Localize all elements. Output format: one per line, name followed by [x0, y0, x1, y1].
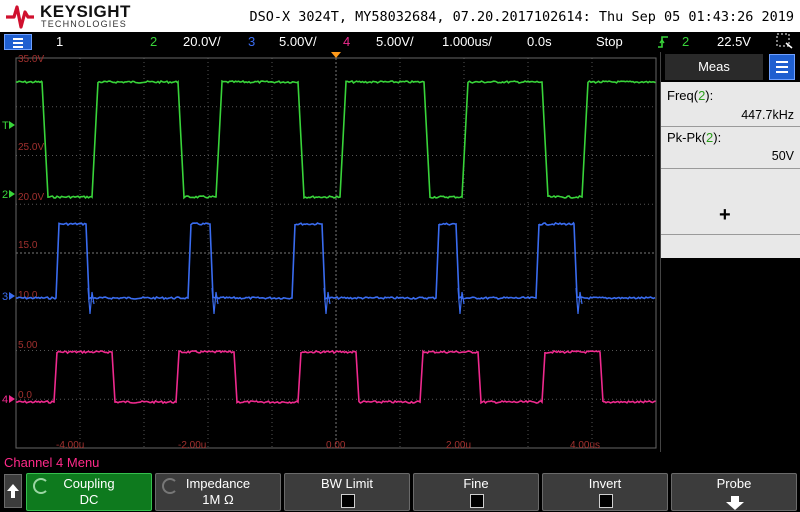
delay[interactable]: 0.0s	[527, 34, 552, 49]
invert-checkbox[interactable]	[599, 494, 613, 508]
brand-subtitle: TECHNOLOGIES	[41, 19, 127, 29]
device-info: DSO-X 3024T, MY58032684, 07.20.201710261…	[249, 9, 794, 25]
coupling-value: DC	[79, 492, 99, 507]
pkpk-label: Pk-Pk(2):	[667, 130, 722, 145]
ch3-grid-label: 10.0	[18, 290, 38, 301]
ch3-ringing	[211, 287, 219, 315]
meas-menu-icon[interactable]	[769, 54, 795, 80]
ch4-grid-label: 5.00	[18, 340, 38, 351]
meas-divider	[661, 168, 800, 169]
ch3-ground-marker: 3	[2, 291, 8, 303]
meas-panel: Meas Freq(2): 447.7kHz Pk-Pk(2): 50V +	[660, 52, 800, 452]
ch4-grid-label: 0.0	[18, 390, 32, 401]
ch2-ground-marker-arrow	[9, 190, 15, 198]
ch3-ground-marker-arrow	[9, 292, 15, 300]
time-axis-label: 2.00u	[446, 440, 471, 451]
ch4-indicator[interactable]: 4	[343, 34, 350, 49]
invert-label: Invert	[588, 476, 622, 491]
ch2-scale[interactable]: 20.0V/	[183, 34, 221, 49]
pkpk-value: 50V	[771, 149, 794, 163]
coupling-label: Coupling	[63, 476, 115, 491]
ch2-grid-label: 20.0V	[18, 192, 44, 203]
softkey-bar: Coupling DC Impedance 1M Ω BW Limit Fine…	[0, 472, 800, 512]
invert-softkey[interactable]: Invert	[542, 473, 668, 511]
impedance-label: Impedance	[185, 476, 251, 491]
freq-label: Freq(2):	[667, 88, 714, 103]
meas-divider	[661, 126, 800, 127]
ch2-ground-marker: 2	[2, 189, 8, 201]
trigger-position-marker	[331, 52, 341, 58]
header-bar: KEYSIGHT TECHNOLOGIES DSO-X 3024T, MY580…	[0, 0, 800, 32]
time-axis-label: 4.00us	[570, 440, 600, 451]
up-arrow-icon[interactable]	[4, 474, 22, 508]
ch2-grid-label: 25.0V	[18, 142, 44, 153]
ch3-ringing	[457, 287, 465, 315]
ch3-ringing	[575, 287, 583, 315]
ch4-ground-marker: 4	[2, 394, 8, 406]
ch3-ringing	[87, 287, 95, 315]
fine-softkey[interactable]: Fine	[413, 473, 539, 511]
probe-label: Probe	[716, 476, 752, 491]
trigger-edge-icon[interactable]	[657, 34, 669, 50]
trigger-level-marker: T	[2, 120, 9, 132]
ch1-indicator[interactable]: 1	[56, 34, 63, 49]
timebase[interactable]: 1.000us/	[442, 34, 492, 49]
meas-list: Freq(2): 447.7kHz Pk-Pk(2): 50V +	[661, 82, 800, 258]
meas-tab[interactable]: Meas	[665, 54, 763, 80]
coupling-softkey[interactable]: Coupling DC	[26, 473, 152, 511]
acquire-mode-icon[interactable]	[776, 33, 794, 49]
meas-divider	[661, 234, 800, 235]
bw-limit-softkey[interactable]: BW Limit	[284, 473, 410, 511]
bw-limit-label: BW Limit	[321, 476, 373, 491]
ch2-grid-label: 35.0V	[18, 54, 44, 65]
waveform-display[interactable]: 35.0V 25.0V 20.0V 15.0 10.0 5.00 0.0 -4.00u -2.0…	[0, 52, 660, 452]
run-state[interactable]: Stop	[596, 34, 623, 49]
freq-value: 447.7kHz	[741, 108, 794, 122]
ch3-ringing	[323, 287, 331, 315]
fine-checkbox[interactable]	[470, 494, 484, 508]
ch3-indicator[interactable]: 3	[248, 34, 255, 49]
ch4-ground-marker-arrow	[9, 395, 15, 403]
plus-icon[interactable]: +	[719, 204, 731, 227]
ch3-scale[interactable]: 5.00V/	[279, 34, 317, 49]
trigger-level[interactable]: 22.5V	[717, 34, 751, 49]
trigger-source[interactable]: 2	[682, 34, 689, 49]
bw-limit-checkbox[interactable]	[341, 494, 355, 508]
impedance-softkey[interactable]: Impedance 1M Ω	[155, 473, 281, 511]
menu-list-icon[interactable]	[4, 34, 32, 50]
impedance-value: 1M Ω	[202, 492, 234, 507]
time-axis-label: 0.00	[326, 440, 346, 451]
probe-softkey[interactable]: Probe	[671, 473, 797, 511]
ch3-grid-label: 15.0	[18, 240, 38, 251]
ch4-scale[interactable]: 5.00V/	[376, 34, 414, 49]
status-bar: 1 2 20.0V/ 3 5.00V/ 4 5.00V/ 1.000us/ 0.…	[0, 32, 800, 52]
channel-menu-title: Channel 4 Menu	[0, 452, 800, 472]
fine-label: Fine	[463, 476, 489, 491]
ch2-indicator[interactable]: 2	[150, 34, 157, 49]
graticule[interactable]: 35.0V 25.0V 20.0V 15.0 10.0 5.00 0.0 -4.00u -2.0…	[0, 52, 660, 452]
keysight-wave-icon	[6, 5, 34, 29]
trigger-level-marker-arrow	[9, 121, 15, 129]
time-axis-label: -2.00u	[178, 440, 206, 451]
down-arrow-icon	[726, 496, 744, 510]
time-axis-label: -4.00u	[56, 440, 84, 451]
